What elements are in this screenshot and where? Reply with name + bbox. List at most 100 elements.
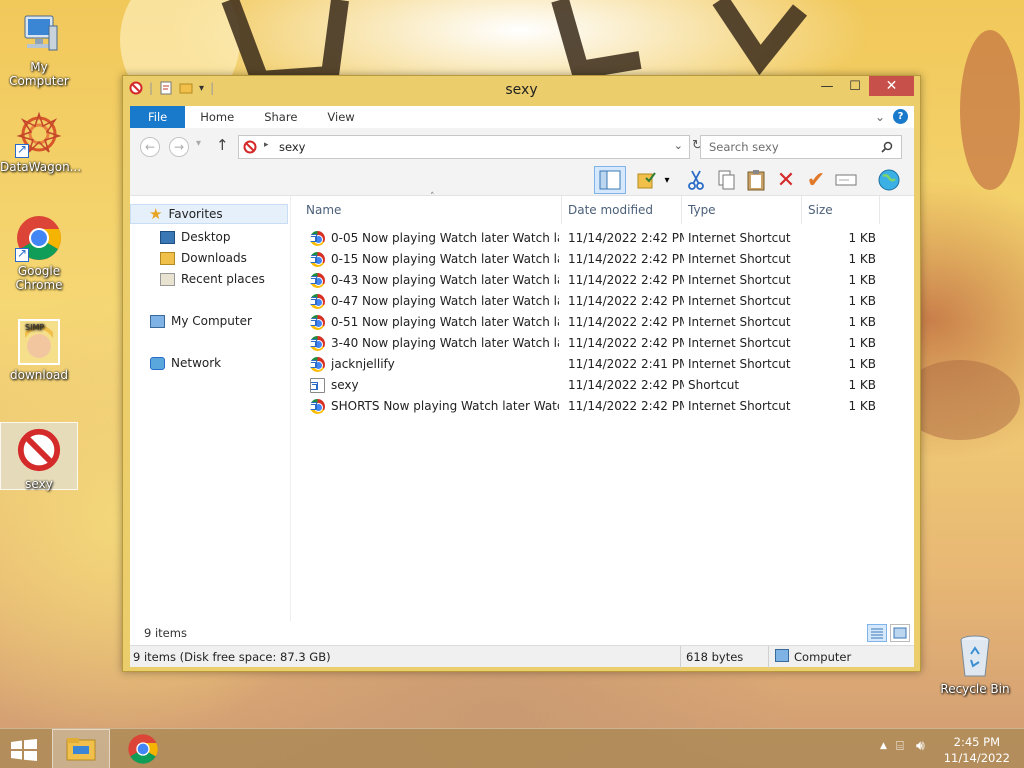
status-location: Computer — [794, 650, 852, 664]
address-bar[interactable]: ▸ sexy ⌄ — [238, 135, 690, 159]
file-size: 1 KB — [848, 315, 876, 329]
expand-ribbon-icon[interactable]: ⌄ — [875, 110, 885, 124]
rename-button[interactable]: ✔ — [803, 168, 829, 193]
paste-button[interactable] — [743, 168, 769, 192]
network-status-icon[interactable]: ⌸ — [896, 739, 904, 754]
close-button[interactable]: ✕ — [869, 76, 914, 96]
delete-button[interactable]: ✕ — [773, 168, 799, 193]
maximize-button[interactable]: ☐ — [841, 76, 869, 96]
start-button[interactable] — [10, 739, 38, 761]
nav-label: My Computer — [171, 314, 252, 328]
command-bar: ▾ ✕ ✔ — [130, 164, 914, 196]
tab-share[interactable]: Share — [249, 106, 312, 128]
computer-icon — [150, 314, 165, 328]
nav-network[interactable]: Network — [150, 353, 221, 373]
file-date: 11/14/2022 2:42 PM — [568, 399, 684, 413]
file-row[interactable]: 0-51 Now playing Watch later Watch late.… — [300, 312, 900, 333]
breadcrumb-chevron-icon[interactable]: ▸ — [264, 140, 269, 150]
desktop-icon-my-computer[interactable]: My Computer — [0, 10, 78, 88]
recycle-bin-icon — [951, 632, 999, 680]
taskbar-chrome[interactable] — [114, 729, 172, 768]
nav-desktop[interactable]: Desktop — [160, 227, 231, 247]
nav-downloads[interactable]: Downloads — [160, 248, 247, 268]
preview-pane-button[interactable] — [594, 166, 626, 194]
star-icon: ★ — [149, 205, 163, 223]
tab-view[interactable]: View — [312, 106, 369, 128]
file-row[interactable]: 0-43 Now playing Watch later Watch late.… — [300, 270, 900, 291]
desktop-icon — [160, 230, 175, 244]
desktop-icon-label: Recycle Bin — [940, 682, 1010, 696]
search-input[interactable]: Search sexy — [709, 140, 779, 154]
ribbon-tabs: File Home Share View ⌄ ? — [130, 106, 914, 128]
taskbar-file-explorer[interactable] — [52, 729, 110, 768]
tab-file[interactable]: File — [130, 106, 186, 128]
file-size: 1 KB — [848, 252, 876, 266]
column-header-name[interactable]: Name — [300, 196, 562, 224]
item-count-area: 9 items — [130, 621, 914, 645]
file-row[interactable]: 0-15 Now playing Watch later Watch late.… — [300, 249, 900, 270]
desktop-icon-recycle-bin[interactable]: Recycle Bin — [936, 632, 1014, 696]
back-button[interactable]: ← — [140, 137, 160, 157]
file-row[interactable]: 3-40 Now playing Watch later Watch late.… — [300, 333, 900, 354]
tab-home[interactable]: Home — [185, 106, 249, 128]
nav-recent-places[interactable]: Recent places — [160, 269, 265, 289]
column-header-date[interactable]: Date modified — [562, 196, 682, 224]
title-bar[interactable]: | ▾ | sexy — ☐ ✕ — [123, 76, 920, 104]
properties-button[interactable] — [833, 168, 859, 192]
preview-pane-icon — [599, 170, 621, 190]
chrome-shortcut-icon — [310, 336, 325, 351]
desktop-icon-download[interactable]: SIMP download — [0, 318, 78, 382]
address-folder[interactable]: sexy — [279, 140, 305, 154]
minimize-button[interactable]: — — [813, 76, 841, 96]
large-icons-view-button[interactable] — [890, 624, 910, 642]
forward-button[interactable]: → — [169, 137, 189, 157]
chrome-shortcut-icon — [310, 252, 325, 267]
search-icon[interactable] — [881, 141, 893, 153]
globe-button[interactable] — [876, 168, 902, 192]
file-row[interactable]: jacknjellify 11/14/2022 2:41 PM Internet S… — [300, 354, 900, 375]
file-row[interactable]: SHORTS Now playing Watch later Watch ...… — [300, 396, 900, 417]
datawagon-icon — [15, 110, 63, 158]
file-type: Internet Shortcut — [688, 336, 791, 350]
clock[interactable]: 2:45 PM 11/14/2022 — [944, 734, 1010, 766]
file-size: 1 KB — [848, 231, 876, 245]
nav-my-computer[interactable]: My Computer — [150, 311, 252, 331]
file-row[interactable]: sexy 11/14/2022 2:42 PM Shortcut 1 KB — [300, 375, 900, 396]
file-size: 1 KB — [848, 378, 876, 392]
computer-icon — [775, 649, 789, 662]
search-box[interactable]: Search sexy — [700, 135, 902, 159]
column-header-size[interactable]: Size — [802, 196, 880, 224]
file-date: 11/14/2022 2:42 PM — [568, 315, 684, 329]
help-icon[interactable]: ? — [893, 109, 908, 124]
file-name: 3-40 Now playing Watch later Watch late.… — [331, 336, 559, 350]
details-view-button[interactable] — [867, 624, 887, 642]
system-tray: ▲ ⌸ 🔊︎ 2:45 PM 11/14/2022 — [864, 729, 1024, 768]
desktop-icon-sexy[interactable]: sexy — [0, 422, 78, 491]
file-size: 1 KB — [848, 399, 876, 413]
nav-favorites[interactable]: ★ Favorites — [130, 204, 288, 224]
up-button[interactable]: ↑ — [216, 136, 229, 154]
new-folder-button[interactable] — [634, 168, 660, 192]
file-type: Internet Shortcut — [688, 273, 791, 287]
file-row[interactable]: 0-47 Now playing Watch later Watch late.… — [300, 291, 900, 312]
details-view-icon — [871, 628, 883, 639]
file-date: 11/14/2022 2:41 PM — [568, 357, 684, 371]
column-header-type[interactable]: Type — [682, 196, 802, 224]
rename-field-icon — [835, 174, 857, 186]
explorer-window: | ▾ | sexy — ☐ ✕ File Home Share View ⌄ … — [122, 75, 921, 672]
nav-label: Recent places — [181, 272, 265, 286]
recent-locations-button[interactable]: ▾ — [196, 138, 201, 149]
file-type: Internet Shortcut — [688, 294, 791, 308]
chrome-shortcut-icon — [310, 399, 325, 414]
desktop-icon-datawagon[interactable]: DataWagon... — [0, 110, 81, 174]
desktop-icon-google-chrome[interactable]: Google Chrome — [0, 214, 78, 292]
cut-button[interactable] — [683, 168, 709, 192]
address-dropdown-icon[interactable]: ⌄ — [674, 139, 683, 152]
file-type: Internet Shortcut — [688, 357, 791, 371]
copy-button[interactable] — [713, 168, 739, 192]
show-hidden-icons-icon[interactable]: ▲ — [880, 741, 887, 751]
volume-icon[interactable]: 🔊︎ — [916, 738, 925, 754]
folder-menu-dropdown-icon[interactable]: ▾ — [660, 168, 674, 192]
file-row[interactable]: 0-05 Now playing Watch later Watch late.… — [300, 228, 900, 249]
chrome-shortcut-icon — [310, 357, 325, 372]
